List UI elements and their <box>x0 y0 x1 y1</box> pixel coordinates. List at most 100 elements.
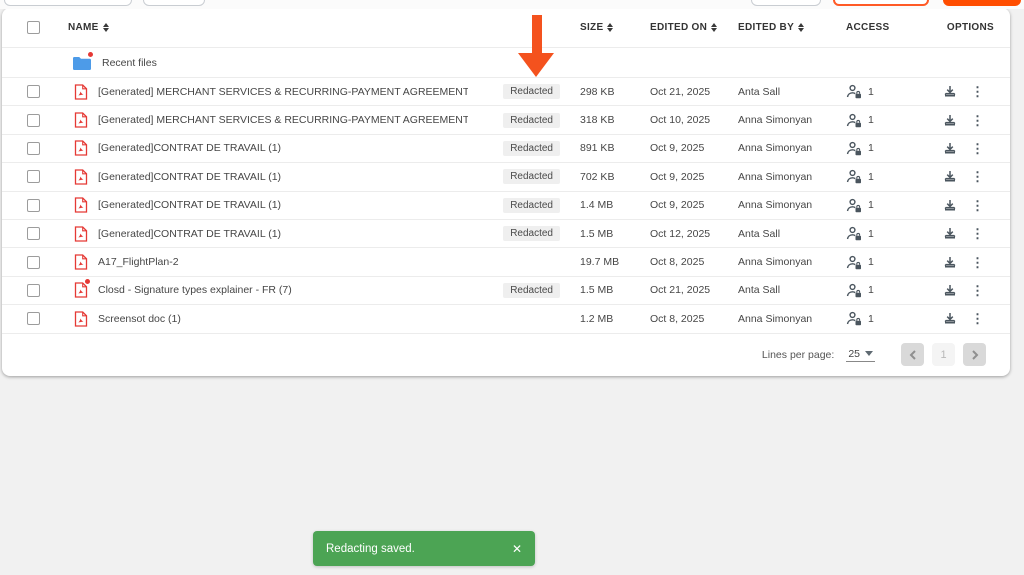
file-name[interactable]: [Generated]CONTRAT DE TRAVAIL (1) <box>98 228 468 240</box>
table-row[interactable]: [Generated]CONTRAT DE TRAVAIL (1) Redact… <box>2 163 1010 192</box>
toast-message: Redacting saved. <box>326 542 415 555</box>
access-cell[interactable]: 1 <box>846 84 908 99</box>
file-name[interactable]: [Generated] MERCHANT SERVICES & RECURRIN… <box>98 114 468 126</box>
download-icon[interactable] <box>943 256 957 269</box>
redacted-badge: Redacted <box>503 112 560 128</box>
access-cell[interactable]: 1 <box>846 113 908 128</box>
column-header-edited-on[interactable]: EDITED ON <box>650 22 738 33</box>
person-lock-icon <box>846 255 862 270</box>
table-row[interactable]: Screensot doc (1) 1.2 MB Oct 8, 2025 Ann… <box>2 305 1010 334</box>
lines-per-page-value: 25 <box>848 347 860 360</box>
next-page-button[interactable] <box>963 343 986 367</box>
kebab-menu-icon[interactable]: ⋮ <box>971 199 984 212</box>
access-cell[interactable]: 1 <box>846 169 908 184</box>
table-row[interactable]: [Generated] MERCHANT SERVICES & RECURRIN… <box>2 106 1010 135</box>
row-checkbox[interactable] <box>27 255 40 269</box>
lines-per-page-label: Lines per page: <box>761 348 835 361</box>
kebab-menu-icon[interactable]: ⋮ <box>971 170 984 183</box>
redacted-badge: Redacted <box>503 282 560 298</box>
edited-by-name: Anna Simonyan <box>738 199 813 212</box>
page-number-button[interactable]: 1 <box>932 343 955 367</box>
access-count: 1 <box>868 114 874 127</box>
edited-on-date: Oct 12, 2025 <box>650 227 711 240</box>
access-cell[interactable]: 1 <box>846 255 908 270</box>
select-all-checkbox[interactable] <box>27 21 40 34</box>
pdf-file-icon <box>74 112 88 128</box>
column-header-name[interactable]: NAME <box>64 22 468 33</box>
lines-per-page-select[interactable]: 25 <box>846 348 875 362</box>
table-row[interactable]: [Generated]CONTRAT DE TRAVAIL (1) Redact… <box>2 220 1010 249</box>
download-icon[interactable] <box>943 85 957 98</box>
file-name[interactable]: [Generated] MERCHANT SERVICES & RECURRIN… <box>98 86 468 98</box>
download-icon[interactable] <box>943 284 957 297</box>
download-icon[interactable] <box>943 114 957 127</box>
kebab-menu-icon[interactable]: ⋮ <box>971 227 984 240</box>
file-name[interactable]: A17_FlightPlan-2 <box>98 256 468 268</box>
file-table-panel: NAME SIZE EDITED ON EDITED BY ACCESS OPT… <box>2 8 1010 376</box>
pdf-file-icon <box>74 254 88 270</box>
redacted-badge: Redacted <box>503 140 560 156</box>
table-row[interactable]: Closd - Signature types explainer - FR (… <box>2 277 1010 306</box>
access-cell[interactable]: 1 <box>846 226 908 241</box>
file-name[interactable]: Closd - Signature types explainer - FR (… <box>98 284 468 296</box>
close-icon[interactable]: ✕ <box>512 543 522 555</box>
outline-action-button[interactable] <box>833 0 929 6</box>
access-cell[interactable]: 1 <box>846 141 908 156</box>
download-icon[interactable] <box>943 312 957 325</box>
edited-on-date: Oct 9, 2025 <box>650 170 705 183</box>
header-edited-by-label: EDITED BY <box>738 22 795 33</box>
kebab-menu-icon[interactable]: ⋮ <box>971 142 984 155</box>
download-icon[interactable] <box>943 227 957 240</box>
access-cell[interactable]: 1 <box>846 311 908 326</box>
access-count: 1 <box>868 170 874 183</box>
access-count: 1 <box>868 142 874 155</box>
row-checkbox[interactable] <box>27 113 40 127</box>
row-checkbox[interactable] <box>27 170 40 184</box>
filter-button[interactable] <box>143 0 205 6</box>
access-cell[interactable]: 1 <box>846 198 908 213</box>
kebab-menu-icon[interactable]: ⋮ <box>971 85 984 98</box>
pdf-file-icon <box>74 278 91 299</box>
search-input[interactable] <box>4 0 132 6</box>
kebab-menu-icon[interactable]: ⋮ <box>971 284 984 297</box>
edited-by-name: Anna Simonyan <box>738 170 813 183</box>
kebab-menu-icon[interactable]: ⋮ <box>971 114 984 127</box>
file-name[interactable]: [Generated]CONTRAT DE TRAVAIL (1) <box>98 142 468 154</box>
pdf-file-icon <box>74 169 88 185</box>
row-checkbox[interactable] <box>27 227 40 241</box>
table-row[interactable]: [Generated]CONTRAT DE TRAVAIL (1) Redact… <box>2 192 1010 220</box>
file-name[interactable]: [Generated]CONTRAT DE TRAVAIL (1) <box>98 171 468 183</box>
access-count: 1 <box>868 227 874 240</box>
edited-on-date: Oct 21, 2025 <box>650 284 711 297</box>
table-row[interactable]: A17_FlightPlan-2 19.7 MB Oct 8, 2025 Ann… <box>2 248 1010 277</box>
download-icon[interactable] <box>943 142 957 155</box>
toast-notification: Redacting saved. ✕ <box>313 531 535 566</box>
edited-on-date: Oct 21, 2025 <box>650 85 711 98</box>
column-header-size[interactable]: SIZE <box>580 22 650 33</box>
edited-on-date: Oct 10, 2025 <box>650 114 711 127</box>
kebab-menu-icon[interactable]: ⋮ <box>971 256 984 269</box>
table-row[interactable]: [Generated] MERCHANT SERVICES & RECURRIN… <box>2 78 1010 107</box>
recent-files-row[interactable]: Recent files <box>2 48 1010 78</box>
kebab-menu-icon[interactable]: ⋮ <box>971 312 984 325</box>
prev-page-button[interactable] <box>901 343 924 367</box>
row-checkbox[interactable] <box>27 283 40 297</box>
file-size: 702 KB <box>580 170 615 183</box>
access-cell[interactable]: 1 <box>846 283 908 298</box>
download-icon[interactable] <box>943 170 957 183</box>
row-checkbox[interactable] <box>27 312 40 326</box>
download-icon[interactable] <box>943 199 957 212</box>
file-name[interactable]: Screensot doc (1) <box>98 313 468 325</box>
row-checkbox[interactable] <box>27 85 40 99</box>
secondary-button[interactable] <box>751 0 821 6</box>
table-row[interactable]: [Generated]CONTRAT DE TRAVAIL (1) Redact… <box>2 135 1010 164</box>
edited-by-name: Anna Simonyan <box>738 312 813 325</box>
access-count: 1 <box>868 85 874 98</box>
table-header: NAME SIZE EDITED ON EDITED BY ACCESS OPT… <box>2 8 1010 48</box>
primary-action-button[interactable] <box>943 0 1021 6</box>
column-header-edited-by[interactable]: EDITED BY <box>738 22 846 33</box>
file-name[interactable]: [Generated]CONTRAT DE TRAVAIL (1) <box>98 199 468 211</box>
row-checkbox[interactable] <box>27 141 40 155</box>
row-checkbox[interactable] <box>27 198 40 212</box>
person-lock-icon <box>846 198 862 213</box>
